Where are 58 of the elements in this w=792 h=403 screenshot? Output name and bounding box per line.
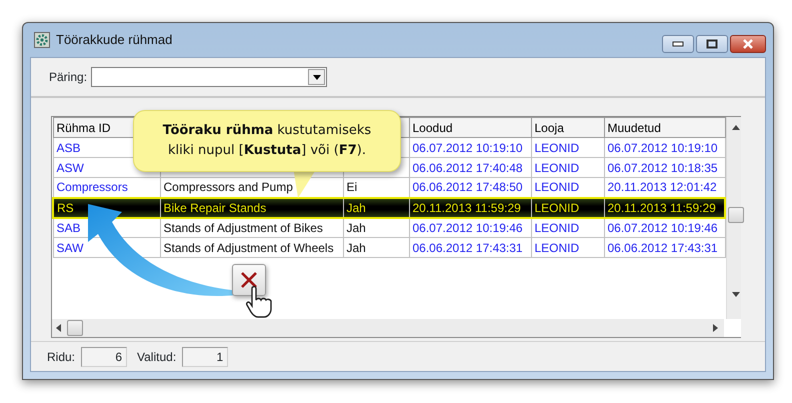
table-cell: 06.06.2012 17:40:48 (412, 160, 523, 174)
status-value: 1 (182, 346, 228, 366)
scroll-down-icon (732, 292, 740, 297)
close-icon (742, 39, 754, 49)
table-cell: LEONID (534, 240, 580, 254)
table-cell: 06.07.2012 10:19:46 (608, 220, 718, 235)
gear-icon (34, 32, 50, 48)
table-cell: Jah (346, 220, 366, 235)
vertical-scrollbar[interactable] (726, 117, 741, 319)
maximize-button[interactable] (696, 35, 728, 53)
table-cell: Compressors and Pump (164, 180, 293, 194)
table-cell: Stands of Adjustment of Wheels (164, 240, 334, 254)
table-cell: 06.07.2012 10:19:10 (412, 140, 523, 154)
close-button[interactable] (730, 35, 766, 53)
table-cell: 06.07.2012 10:19:46 (412, 220, 523, 235)
delete-icon (239, 270, 259, 290)
table-cell: 20.11.2013 11:59:29 (412, 200, 521, 214)
scroll-left-icon (56, 324, 61, 332)
table-cell: Stands of Adjustment of Bikes (164, 220, 323, 235)
table-cell: LEONID (534, 140, 580, 154)
minimize-icon (672, 41, 684, 47)
callout-text: Tööraku rühma kustutamiseks kliki nupul [Kustuta] või (F7). (162, 122, 372, 160)
table-cell: LEONID (534, 220, 580, 235)
table-cell: 20.11.2013 12:01:42 (608, 180, 717, 194)
table-cell: Bike Repair Stands (164, 200, 266, 214)
table-cell: SAB (56, 220, 81, 235)
maximize-icon (706, 39, 718, 49)
scroll-thumb[interactable] (67, 320, 83, 336)
delete-button[interactable] (232, 264, 266, 296)
table-cell: Jah (346, 200, 366, 214)
table-cell: 06.07.2012 10:18:35 (608, 160, 718, 174)
table-cell: LEONID (534, 180, 580, 194)
query-label: Päring: (49, 69, 88, 86)
window-title: Töörakkude rühmad (56, 31, 172, 50)
table-cell: LEONID (534, 200, 580, 214)
table-cell: 06.06.2012 17:43:31 (412, 240, 523, 254)
table-cell: 06.07.2012 10:19:10 (608, 140, 718, 154)
dropdown-arrow-icon (312, 74, 321, 80)
query-dropdown[interactable] (91, 67, 328, 87)
table-cell: Compressors (56, 180, 128, 194)
table-cell: 06.06.2012 17:43:31 (608, 240, 718, 254)
table-cell: Ei (346, 180, 358, 194)
table-cell: ASW (56, 160, 84, 174)
scroll-up-icon (732, 125, 740, 130)
table-cell: 20.11.2013 11:59:29 (608, 200, 716, 214)
table-cell: RS (57, 200, 74, 214)
table-cell: LEONID (534, 160, 580, 174)
table-cell: SAW (56, 240, 84, 254)
status-value: 6 (81, 346, 128, 366)
table-cell: Jah (346, 240, 366, 254)
status-label: Valitud: (137, 348, 176, 366)
table-cell: ASB (56, 140, 81, 154)
status-label: Ridu: (47, 348, 76, 366)
minimize-button[interactable] (662, 35, 694, 53)
scroll-right-icon (713, 324, 718, 332)
scroll-thumb[interactable] (728, 207, 744, 223)
table-cell: 06.06.2012 17:48:50 (412, 180, 523, 194)
horizontal-scrollbar[interactable] (52, 319, 724, 337)
